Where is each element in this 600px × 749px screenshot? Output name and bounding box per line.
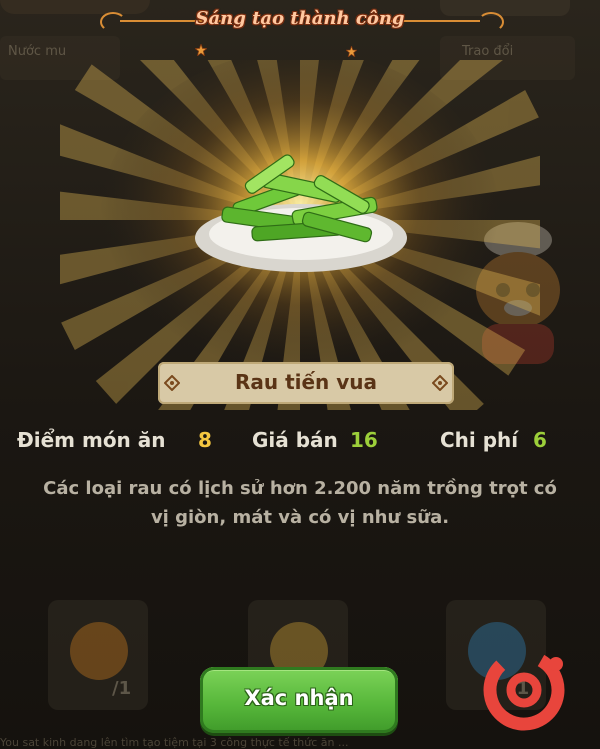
sell-price-value: 16 xyxy=(350,428,378,452)
vegetable-plate-icon xyxy=(195,154,407,272)
cost-value: 6 xyxy=(533,428,547,452)
star-icon xyxy=(346,46,357,57)
title-text: Sáng tạo thành công xyxy=(195,8,405,29)
background-left-label: Nước mu xyxy=(8,44,67,59)
background-ingredient-slot: /1 xyxy=(48,600,148,710)
background-right-label: Trao đổi xyxy=(462,44,514,59)
star-icon xyxy=(195,44,207,56)
confirm-button-label: Xác nhận xyxy=(244,686,354,710)
diamond-ornament-icon xyxy=(432,375,448,391)
dish-score-value: 8 xyxy=(198,428,212,452)
site-logo xyxy=(483,649,565,731)
dish-description: Các loại rau có lịch sử hơn 2.200 năm tr… xyxy=(43,478,557,528)
sell-price-label: Giá bán xyxy=(252,428,338,452)
background-bottom-text: You sat kinh dang lên tìm tạo tiệm tại 3… xyxy=(0,736,349,749)
dish-score-label: Điểm món ăn xyxy=(17,428,166,452)
success-title-banner: Sáng tạo thành công xyxy=(90,6,510,36)
slot-count: /1 xyxy=(112,678,132,699)
dish-name-plate: Rau tiến vua xyxy=(158,362,454,404)
confirm-button[interactable]: Xác nhận xyxy=(200,667,398,733)
cost-label: Chi phí xyxy=(440,428,519,452)
dish-name: Rau tiến vua xyxy=(234,370,378,394)
orange-orb-icon xyxy=(70,622,128,680)
